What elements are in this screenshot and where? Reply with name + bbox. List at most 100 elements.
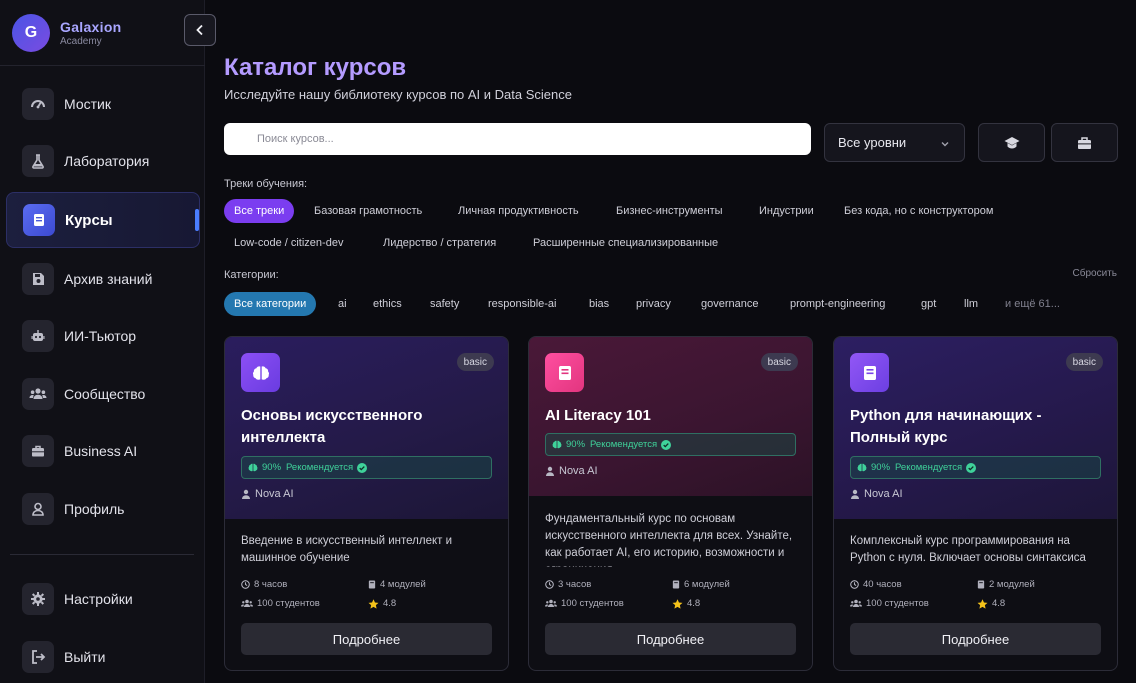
brain-icon <box>552 440 562 449</box>
user-icon <box>22 493 54 525</box>
categories-label: Категории: <box>224 269 279 281</box>
category-chip[interactable]: privacy <box>626 292 681 316</box>
level-badge: basic <box>456 353 494 371</box>
course-card[interactable]: basic Python для начинающих - Полный кур… <box>833 336 1118 671</box>
course-title: Основы искусственного интеллекта <box>241 407 423 446</box>
tracks-label: Треки обучения: <box>224 178 308 190</box>
recommend-badge: 90% Рекомендуется <box>241 456 492 479</box>
category-chip[interactable]: bias <box>579 292 619 316</box>
details-button[interactable]: Подробнее <box>241 623 492 655</box>
sidebar-item-ai-tutor[interactable]: ИИ-Тьютор <box>6 308 200 364</box>
course-card[interactable]: basic AI Literacy 101 90% Рекомендуется … <box>528 336 813 671</box>
sidebar-divider-bottom <box>10 554 194 555</box>
level-select[interactable]: Все уровни <box>824 123 965 162</box>
course-description: Введение в искусственный интеллект и маш… <box>241 535 453 564</box>
book-icon <box>23 204 55 236</box>
category-chip[interactable]: governance <box>691 292 769 316</box>
hours-text: 3 часов <box>558 579 592 590</box>
sidebar-item-profile[interactable]: Профиль <box>6 481 200 537</box>
sidebar-item-label: Лаборатория <box>64 153 150 169</box>
track-chip[interactable]: Расширенные специализированные <box>523 231 728 255</box>
course-students: 100 студентов <box>850 598 929 609</box>
category-chip[interactable]: Все категории <box>224 292 317 316</box>
category-chip[interactable]: gpt <box>911 292 946 316</box>
more-categories-chip[interactable]: и ещё 61... <box>995 292 1070 316</box>
course-card[interactable]: basic Основы искусственного интеллекта 9… <box>224 336 509 671</box>
sidebar-item-label: Архив знаний <box>64 271 153 287</box>
collapse-sidebar-button[interactable] <box>184 14 216 46</box>
user-icon <box>545 466 555 476</box>
sidebar-item-label: ИИ-Тьютор <box>64 328 137 344</box>
gauge-icon <box>22 88 54 120</box>
track-chip[interactable]: Личная продуктивность <box>448 199 589 223</box>
user-icon <box>241 489 251 499</box>
search-input[interactable] <box>224 123 811 155</box>
track-chip[interactable]: Все треки <box>224 199 295 223</box>
course-modules: 2 модулей <box>977 579 1035 590</box>
category-chip[interactable]: ai <box>328 292 357 316</box>
page-subtitle: Исследуйте нашу библиотеку курсов по AI … <box>224 87 572 102</box>
brain-icon <box>241 353 280 392</box>
level-badge: basic <box>1065 353 1103 371</box>
book-icon <box>545 353 584 392</box>
course-rating: 4.8 <box>672 598 700 609</box>
match-percent: 90% <box>871 462 891 473</box>
students-text: 100 студентов <box>561 598 624 609</box>
search-box[interactable] <box>224 123 811 155</box>
category-chip[interactable]: llm <box>954 292 988 316</box>
level-select-value: Все уровни <box>838 135 907 150</box>
business-filter-button[interactable] <box>1051 123 1118 162</box>
sidebar-item-label: Выйти <box>64 649 106 665</box>
hours-text: 40 часов <box>863 579 902 590</box>
brand-text: Galaxion Academy <box>60 19 122 47</box>
users-icon <box>241 599 253 608</box>
course-students: 100 студентов <box>241 598 320 609</box>
brand[interactable]: G Galaxion Academy <box>12 14 122 52</box>
recommend-badge: 90% Рекомендуется <box>850 456 1101 479</box>
reset-filters-link[interactable]: Сбросить <box>1073 268 1117 279</box>
graduation-filter-button[interactable] <box>978 123 1045 162</box>
chevron-left-icon <box>194 24 206 36</box>
star-icon <box>977 598 988 609</box>
brand-name: Galaxion <box>60 19 122 35</box>
track-chip[interactable]: Без кода, но с конструктором <box>834 199 1003 223</box>
course-title: AI Literacy 101 <box>545 407 651 424</box>
brain-icon <box>248 463 258 472</box>
recommend-text: Рекомендуется <box>590 439 658 450</box>
category-chip[interactable]: safety <box>420 292 469 316</box>
logout-icon <box>22 641 54 673</box>
students-text: 100 студентов <box>257 598 320 609</box>
author-name: Nova AI <box>864 488 903 500</box>
details-button[interactable]: Подробнее <box>545 623 796 655</box>
sidebar-item-archive[interactable]: Архив знаний <box>6 251 200 307</box>
graduation-cap-icon <box>1004 136 1020 150</box>
rating-text: 4.8 <box>687 598 701 609</box>
book-icon <box>977 580 985 589</box>
track-chip[interactable]: Бизнес-инструменты <box>606 199 733 223</box>
track-chip[interactable]: Индустрии <box>749 199 824 223</box>
track-chip[interactable]: Low-code / citizen-dev <box>224 231 353 255</box>
course-students: 100 студентов <box>545 598 624 609</box>
sidebar-item-lab[interactable]: Лаборатория <box>6 133 200 189</box>
category-chip[interactable]: ethics <box>363 292 412 316</box>
sidebar-item-bridge[interactable]: Мостик <box>6 76 200 132</box>
main-content: Каталог курсов Исследуйте нашу библиотек… <box>205 0 1136 683</box>
sidebar-item-logout[interactable]: Выйти <box>6 629 200 683</box>
book-icon <box>672 580 680 589</box>
course-hours: 8 часов <box>241 579 287 590</box>
details-button[interactable]: Подробнее <box>850 623 1101 655</box>
flask-icon <box>22 145 54 177</box>
brand-avatar: G <box>12 14 50 52</box>
category-chip[interactable]: responsible-ai <box>478 292 566 316</box>
sidebar-item-settings[interactable]: Настройки <box>6 571 200 627</box>
category-chip[interactable]: prompt-engineering <box>780 292 895 316</box>
track-chip[interactable]: Лидерство / стратегия <box>373 231 506 255</box>
track-chip[interactable]: Базовая грамотность <box>304 199 432 223</box>
sidebar-item-business-ai[interactable]: Business AI <box>6 423 200 479</box>
sidebar-item-courses[interactable]: Курсы <box>6 192 200 248</box>
sidebar-item-community[interactable]: Сообщество <box>6 366 200 422</box>
sidebar-divider-top <box>0 65 205 66</box>
book-icon <box>850 353 889 392</box>
level-badge: basic <box>760 353 798 371</box>
recommend-text: Рекомендуется <box>286 462 354 473</box>
